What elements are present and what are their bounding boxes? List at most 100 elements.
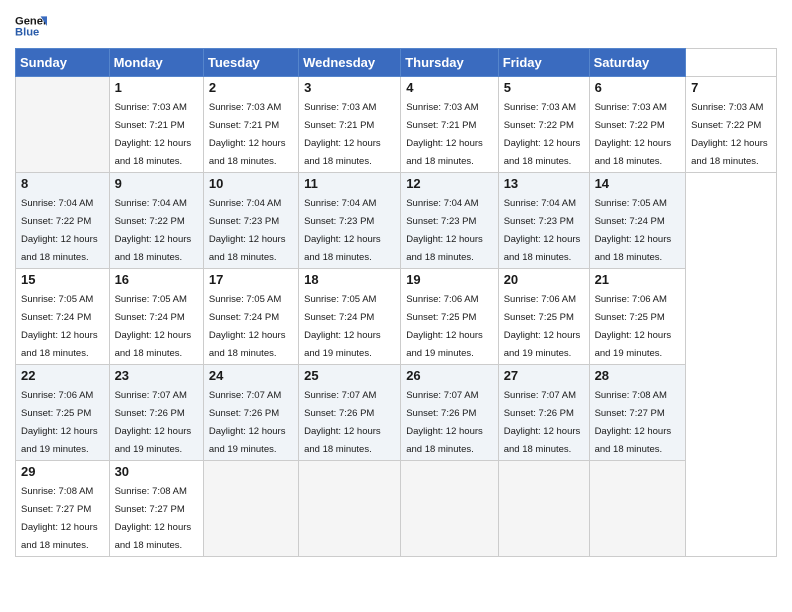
calendar-day-cell: 29Sunrise: 7:08 AMSunset: 7:27 PMDayligh… xyxy=(16,461,110,557)
calendar-day-cell: 3 Sunrise: 7:03 AMSunset: 7:21 PMDaylight… xyxy=(299,77,401,173)
day-number: 16 xyxy=(115,272,198,287)
calendar-day-cell: 14 Sunrise: 7:05 AMSunset: 7:24 PMDayligh… xyxy=(589,173,686,269)
day-number: 23 xyxy=(115,368,198,383)
day-info: Sunrise: 7:05 AMSunset: 7:24 PMDaylight:… xyxy=(595,198,672,263)
day-info: Sunrise: 7:04 AMSunset: 7:22 PMDaylight:… xyxy=(115,198,192,263)
calendar-day-cell: 4Sunrise: 7:03 AMSunset: 7:21 PMDaylight… xyxy=(401,77,499,173)
calendar-day-cell xyxy=(203,461,298,557)
day-info: Sunrise: 7:03 AMSunset: 7:21 PMDaylight:… xyxy=(304,102,381,167)
calendar-day-cell: 23 Sunrise: 7:07 AMSunset: 7:26 PMDayligh… xyxy=(109,365,203,461)
calendar-week-row: 1 Sunrise: 7:03 AMSunset: 7:21 PMDaylight… xyxy=(16,77,777,173)
calendar-day-cell: 5Sunrise: 7:03 AMSunset: 7:22 PMDaylight… xyxy=(498,77,589,173)
day-info: Sunrise: 7:06 AMSunset: 7:25 PMDaylight:… xyxy=(21,390,98,455)
calendar-day-cell: 22 Sunrise: 7:06 AMSunset: 7:25 PMDayligh… xyxy=(16,365,110,461)
day-number: 2 xyxy=(209,80,293,95)
day-number: 3 xyxy=(304,80,395,95)
calendar-day-cell: 6Sunrise: 7:03 AMSunset: 7:22 PMDaylight… xyxy=(589,77,686,173)
calendar-day-cell xyxy=(299,461,401,557)
calendar-table: SundayMondayTuesdayWednesdayThursdayFrid… xyxy=(15,48,777,557)
calendar-day-cell: 30Sunrise: 7:08 AMSunset: 7:27 PMDayligh… xyxy=(109,461,203,557)
calendar-week-row: 29Sunrise: 7:08 AMSunset: 7:27 PMDayligh… xyxy=(16,461,777,557)
day-info: Sunrise: 7:07 AMSunset: 7:26 PMDaylight:… xyxy=(406,390,483,455)
day-info: Sunrise: 7:07 AMSunset: 7:26 PMDaylight:… xyxy=(504,390,581,455)
calendar-day-cell: 18Sunrise: 7:05 AMSunset: 7:24 PMDayligh… xyxy=(299,269,401,365)
calendar-day-cell: 19 Sunrise: 7:06 AMSunset: 7:25 PMDayligh… xyxy=(401,269,499,365)
day-info: Sunrise: 7:05 AMSunset: 7:24 PMDaylight:… xyxy=(21,294,98,359)
calendar-day-cell: 25 Sunrise: 7:07 AMSunset: 7:26 PMDayligh… xyxy=(299,365,401,461)
calendar-day-cell xyxy=(401,461,499,557)
day-info: Sunrise: 7:06 AMSunset: 7:25 PMDaylight:… xyxy=(406,294,483,359)
day-number: 1 xyxy=(115,80,198,95)
day-number: 30 xyxy=(115,464,198,479)
header-day-saturday: Saturday xyxy=(589,49,686,77)
svg-text:Blue: Blue xyxy=(15,27,39,39)
calendar-week-row: 15 Sunrise: 7:05 AMSunset: 7:24 PMDayligh… xyxy=(16,269,777,365)
calendar-day-cell xyxy=(589,461,686,557)
day-number: 25 xyxy=(304,368,395,383)
day-info: Sunrise: 7:03 AMSunset: 7:21 PMDaylight:… xyxy=(115,102,192,167)
day-number: 13 xyxy=(504,176,584,191)
day-info: Sunrise: 7:05 AMSunset: 7:24 PMDaylight:… xyxy=(115,294,192,359)
day-number: 22 xyxy=(21,368,104,383)
calendar-day-cell: 13 Sunrise: 7:04 AMSunset: 7:23 PMDayligh… xyxy=(498,173,589,269)
day-info: Sunrise: 7:06 AMSunset: 7:25 PMDaylight:… xyxy=(504,294,581,359)
day-info: Sunrise: 7:05 AMSunset: 7:24 PMDaylight:… xyxy=(209,294,286,359)
day-info: Sunrise: 7:04 AMSunset: 7:23 PMDaylight:… xyxy=(406,198,483,263)
day-number: 8 xyxy=(21,176,104,191)
logo-icon: General Blue xyxy=(15,10,47,42)
calendar-day-cell: 12Sunrise: 7:04 AMSunset: 7:23 PMDayligh… xyxy=(401,173,499,269)
day-info: Sunrise: 7:08 AMSunset: 7:27 PMDaylight:… xyxy=(595,390,672,455)
calendar-day-cell: 20Sunrise: 7:06 AMSunset: 7:25 PMDayligh… xyxy=(498,269,589,365)
calendar-day-cell: 11 Sunrise: 7:04 AMSunset: 7:23 PMDayligh… xyxy=(299,173,401,269)
day-info: Sunrise: 7:03 AMSunset: 7:21 PMDaylight:… xyxy=(406,102,483,167)
header-day-wednesday: Wednesday xyxy=(299,49,401,77)
calendar-day-cell: 16 Sunrise: 7:05 AMSunset: 7:24 PMDayligh… xyxy=(109,269,203,365)
calendar-day-cell: 10 Sunrise: 7:04 AMSunset: 7:23 PMDayligh… xyxy=(203,173,298,269)
day-number: 14 xyxy=(595,176,681,191)
calendar-day-cell: 21 Sunrise: 7:06 AMSunset: 7:25 PMDayligh… xyxy=(589,269,686,365)
calendar-day-cell: 15 Sunrise: 7:05 AMSunset: 7:24 PMDayligh… xyxy=(16,269,110,365)
day-info: Sunrise: 7:03 AMSunset: 7:21 PMDaylight:… xyxy=(209,102,286,167)
day-number: 11 xyxy=(304,176,395,191)
calendar-day-cell: 24Sunrise: 7:07 AMSunset: 7:26 PMDayligh… xyxy=(203,365,298,461)
day-number: 29 xyxy=(21,464,104,479)
day-number: 10 xyxy=(209,176,293,191)
calendar-day-cell: 28Sunrise: 7:08 AMSunset: 7:27 PMDayligh… xyxy=(589,365,686,461)
day-info: Sunrise: 7:07 AMSunset: 7:26 PMDaylight:… xyxy=(115,390,192,455)
calendar-day-cell: 27Sunrise: 7:07 AMSunset: 7:26 PMDayligh… xyxy=(498,365,589,461)
calendar-day-cell: 17 Sunrise: 7:05 AMSunset: 7:24 PMDayligh… xyxy=(203,269,298,365)
empty-cell xyxy=(16,77,110,173)
header-day-tuesday: Tuesday xyxy=(203,49,298,77)
header: General Blue xyxy=(15,10,777,42)
day-number: 15 xyxy=(21,272,104,287)
day-number: 7 xyxy=(691,80,771,95)
calendar-week-row: 8 Sunrise: 7:04 AMSunset: 7:22 PMDaylight… xyxy=(16,173,777,269)
day-number: 19 xyxy=(406,272,493,287)
calendar-day-cell: 7Sunrise: 7:03 AMSunset: 7:22 PMDaylight… xyxy=(686,77,777,173)
day-number: 24 xyxy=(209,368,293,383)
day-number: 5 xyxy=(504,80,584,95)
day-info: Sunrise: 7:03 AMSunset: 7:22 PMDaylight:… xyxy=(595,102,672,167)
day-number: 26 xyxy=(406,368,493,383)
calendar-day-cell xyxy=(498,461,589,557)
day-info: Sunrise: 7:04 AMSunset: 7:23 PMDaylight:… xyxy=(504,198,581,263)
day-number: 21 xyxy=(595,272,681,287)
day-info: Sunrise: 7:04 AMSunset: 7:22 PMDaylight:… xyxy=(21,198,98,263)
day-info: Sunrise: 7:04 AMSunset: 7:23 PMDaylight:… xyxy=(304,198,381,263)
calendar-week-row: 22 Sunrise: 7:06 AMSunset: 7:25 PMDayligh… xyxy=(16,365,777,461)
header-day-friday: Friday xyxy=(498,49,589,77)
calendar-day-cell: 9 Sunrise: 7:04 AMSunset: 7:22 PMDaylight… xyxy=(109,173,203,269)
day-info: Sunrise: 7:07 AMSunset: 7:26 PMDaylight:… xyxy=(304,390,381,455)
day-number: 17 xyxy=(209,272,293,287)
calendar-day-cell: 8 Sunrise: 7:04 AMSunset: 7:22 PMDaylight… xyxy=(16,173,110,269)
header-day-sunday: Sunday xyxy=(16,49,110,77)
logo: General Blue xyxy=(15,10,47,42)
day-number: 9 xyxy=(115,176,198,191)
header-day-thursday: Thursday xyxy=(401,49,499,77)
calendar-day-cell: 26 Sunrise: 7:07 AMSunset: 7:26 PMDayligh… xyxy=(401,365,499,461)
day-info: Sunrise: 7:06 AMSunset: 7:25 PMDaylight:… xyxy=(595,294,672,359)
day-info: Sunrise: 7:04 AMSunset: 7:23 PMDaylight:… xyxy=(209,198,286,263)
calendar-day-cell: 2 Sunrise: 7:03 AMSunset: 7:21 PMDaylight… xyxy=(203,77,298,173)
calendar-day-cell: 1 Sunrise: 7:03 AMSunset: 7:21 PMDaylight… xyxy=(109,77,203,173)
calendar-header-row: SundayMondayTuesdayWednesdayThursdayFrid… xyxy=(16,49,777,77)
